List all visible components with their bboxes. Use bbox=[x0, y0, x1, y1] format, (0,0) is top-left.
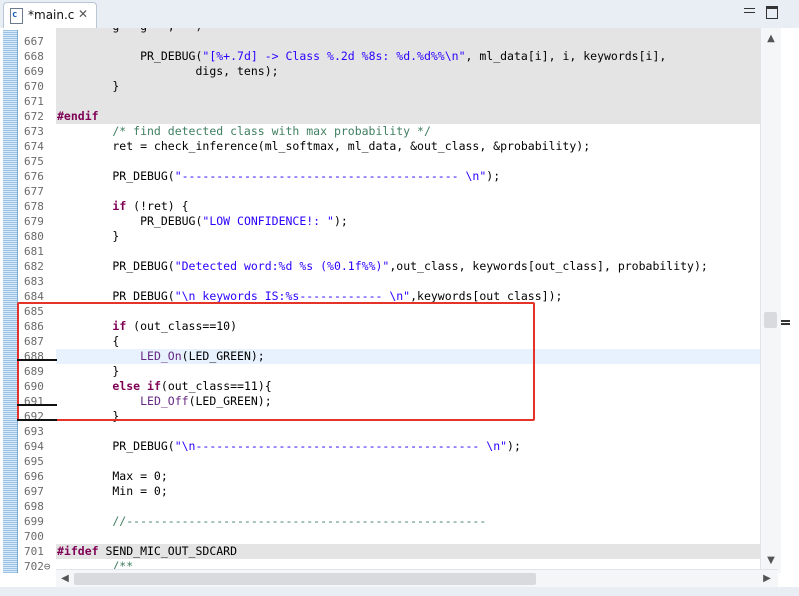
vertical-scrollbar[interactable]: ▲ ▼ bbox=[760, 28, 781, 573]
code-line[interactable] bbox=[56, 34, 760, 49]
code-line[interactable]: LED_On(LED_GREEN); bbox=[56, 349, 760, 364]
line-number: 682 bbox=[24, 260, 44, 273]
code-line[interactable]: } bbox=[56, 229, 760, 244]
line-number: 669 bbox=[24, 65, 44, 78]
code-line[interactable]: if (!ret) { bbox=[56, 199, 760, 214]
close-icon[interactable]: ✕ bbox=[78, 7, 88, 21]
code-line[interactable]: PR_DEBUG("------------------------------… bbox=[56, 169, 760, 184]
annotation-ruler bbox=[3, 30, 18, 573]
line-number: 691 bbox=[24, 395, 44, 408]
code-line[interactable] bbox=[56, 499, 760, 514]
code-line[interactable] bbox=[56, 244, 760, 259]
line-number bbox=[18, 19, 56, 34]
line-number: 696 bbox=[24, 470, 44, 483]
code-line[interactable] bbox=[56, 184, 760, 199]
line-number: 672 bbox=[24, 110, 44, 123]
code-line[interactable]: PR_DEBUG("\n----------------------------… bbox=[56, 439, 760, 454]
code-line[interactable] bbox=[56, 304, 760, 319]
line-number: 687 bbox=[24, 335, 44, 348]
line-number: 680 bbox=[24, 230, 44, 243]
line-number: 690 bbox=[24, 380, 44, 393]
status-strip bbox=[0, 587, 799, 596]
code-area[interactable]: g g , ) PR_DEBUG("[%+.7d] -> Class %.2d … bbox=[56, 28, 760, 573]
code-line[interactable]: digs, tens); bbox=[56, 64, 760, 79]
line-number: 673 bbox=[24, 125, 44, 138]
line-number: 668 bbox=[24, 50, 44, 63]
code-line[interactable]: { bbox=[56, 334, 760, 349]
code-line[interactable]: if (out_class==10) bbox=[56, 319, 760, 334]
editor-window: c *main.c ✕ 667 668 669 670 671 672 673 674 675 6… bbox=[0, 0, 799, 596]
code-line[interactable]: //--------------------------------------… bbox=[56, 514, 760, 529]
horizontal-scrollbar[interactable]: ◀ ▶ bbox=[56, 569, 778, 588]
code-line[interactable]: PR_DEBUG("LOW CONFIDENCE!: "); bbox=[56, 214, 760, 229]
line-number: 681 bbox=[24, 245, 44, 258]
line-number: 698 bbox=[24, 500, 44, 513]
vertical-scroll-thumb[interactable] bbox=[764, 312, 777, 328]
line-number: 695 bbox=[24, 455, 44, 468]
line-number: 675 bbox=[24, 155, 44, 168]
code-line[interactable]: #ifdef SEND_MIC_OUT_SDCARD bbox=[56, 544, 760, 559]
code-line[interactable]: } bbox=[56, 364, 760, 379]
line-number: 699 bbox=[24, 515, 44, 528]
code-line[interactable] bbox=[56, 454, 760, 469]
line-number: 683 bbox=[24, 275, 44, 288]
code-line[interactable] bbox=[56, 154, 760, 169]
code-line[interactable]: else if(out_class==11){ bbox=[56, 379, 760, 394]
line-number: 679 bbox=[24, 215, 44, 228]
line-number: 677 bbox=[24, 185, 44, 198]
horizontal-scroll-thumb[interactable] bbox=[74, 573, 536, 585]
code-line[interactable] bbox=[56, 529, 760, 544]
line-number: 701 bbox=[24, 545, 44, 558]
scroll-right-icon[interactable]: ▶ bbox=[760, 573, 774, 585]
gutter-marker bbox=[17, 404, 57, 406]
scroll-up-icon[interactable]: ▲ bbox=[764, 33, 778, 45]
line-number: 702⊖ bbox=[24, 560, 51, 573]
overview-marker bbox=[781, 320, 790, 325]
line-number: 697 bbox=[24, 485, 44, 498]
line-number: 693 bbox=[24, 425, 44, 438]
code-line[interactable]: /* find detected class with max probabil… bbox=[56, 124, 760, 139]
gutter-marker bbox=[17, 359, 57, 361]
minimize-icon[interactable] bbox=[744, 8, 755, 13]
c-file-icon-glyph: c bbox=[12, 10, 18, 20]
line-number: 676 bbox=[24, 170, 44, 183]
scroll-down-icon[interactable]: ▼ bbox=[764, 555, 778, 567]
code-line[interactable]: } bbox=[56, 409, 760, 424]
line-number: 700 bbox=[24, 530, 44, 543]
line-number: 688 bbox=[24, 350, 44, 363]
code-line[interactable]: ret = check_inference(ml_softmax, ml_dat… bbox=[56, 139, 760, 154]
line-number: 692 bbox=[24, 410, 44, 423]
code-line[interactable]: PR_DEBUG("[%+.7d] -> Class %.2d %8s: %d.… bbox=[56, 49, 760, 64]
gutter-marker bbox=[17, 419, 57, 421]
line-number: 684 bbox=[24, 290, 44, 303]
line-number: 674 bbox=[24, 140, 44, 153]
code-line[interactable]: Max = 0; bbox=[56, 469, 760, 484]
editor-tab-bar: c *main.c ✕ bbox=[0, 0, 799, 29]
line-number: 667 bbox=[24, 35, 44, 48]
code-line[interactable]: } bbox=[56, 79, 760, 94]
line-number: 670 bbox=[24, 80, 44, 93]
line-number: 678 bbox=[24, 200, 44, 213]
code-line[interactable]: LED_Off(LED_GREEN); bbox=[56, 394, 760, 409]
code-line[interactable]: Min = 0; bbox=[56, 484, 760, 499]
line-number: 686 bbox=[24, 320, 44, 333]
code-line[interactable] bbox=[56, 94, 760, 109]
line-number: 689 bbox=[24, 365, 44, 378]
code-line[interactable] bbox=[56, 424, 760, 439]
line-number: 685 bbox=[24, 305, 44, 318]
maximize-icon[interactable] bbox=[766, 6, 778, 19]
code-line[interactable]: PR_DEBUG("Detected word:%d %s (%0.1f%%)"… bbox=[56, 259, 760, 274]
code-line[interactable]: #endif bbox=[56, 109, 760, 124]
line-number-gutter: 667 668 669 670 671 672 673 674 675 676 677 678 679 6… bbox=[18, 28, 56, 573]
scroll-left-icon[interactable]: ◀ bbox=[58, 573, 72, 585]
line-number: 671 bbox=[24, 95, 44, 108]
code-line[interactable]: PR_DEBUG("\n keywords IS:%s------------ … bbox=[56, 289, 760, 304]
line-number: 694 bbox=[24, 440, 44, 453]
overview-ruler bbox=[781, 28, 799, 573]
code-editor[interactable]: 667 668 669 670 671 672 673 674 675 676 677 678 679 6… bbox=[0, 28, 799, 596]
code-line[interactable] bbox=[56, 274, 760, 289]
